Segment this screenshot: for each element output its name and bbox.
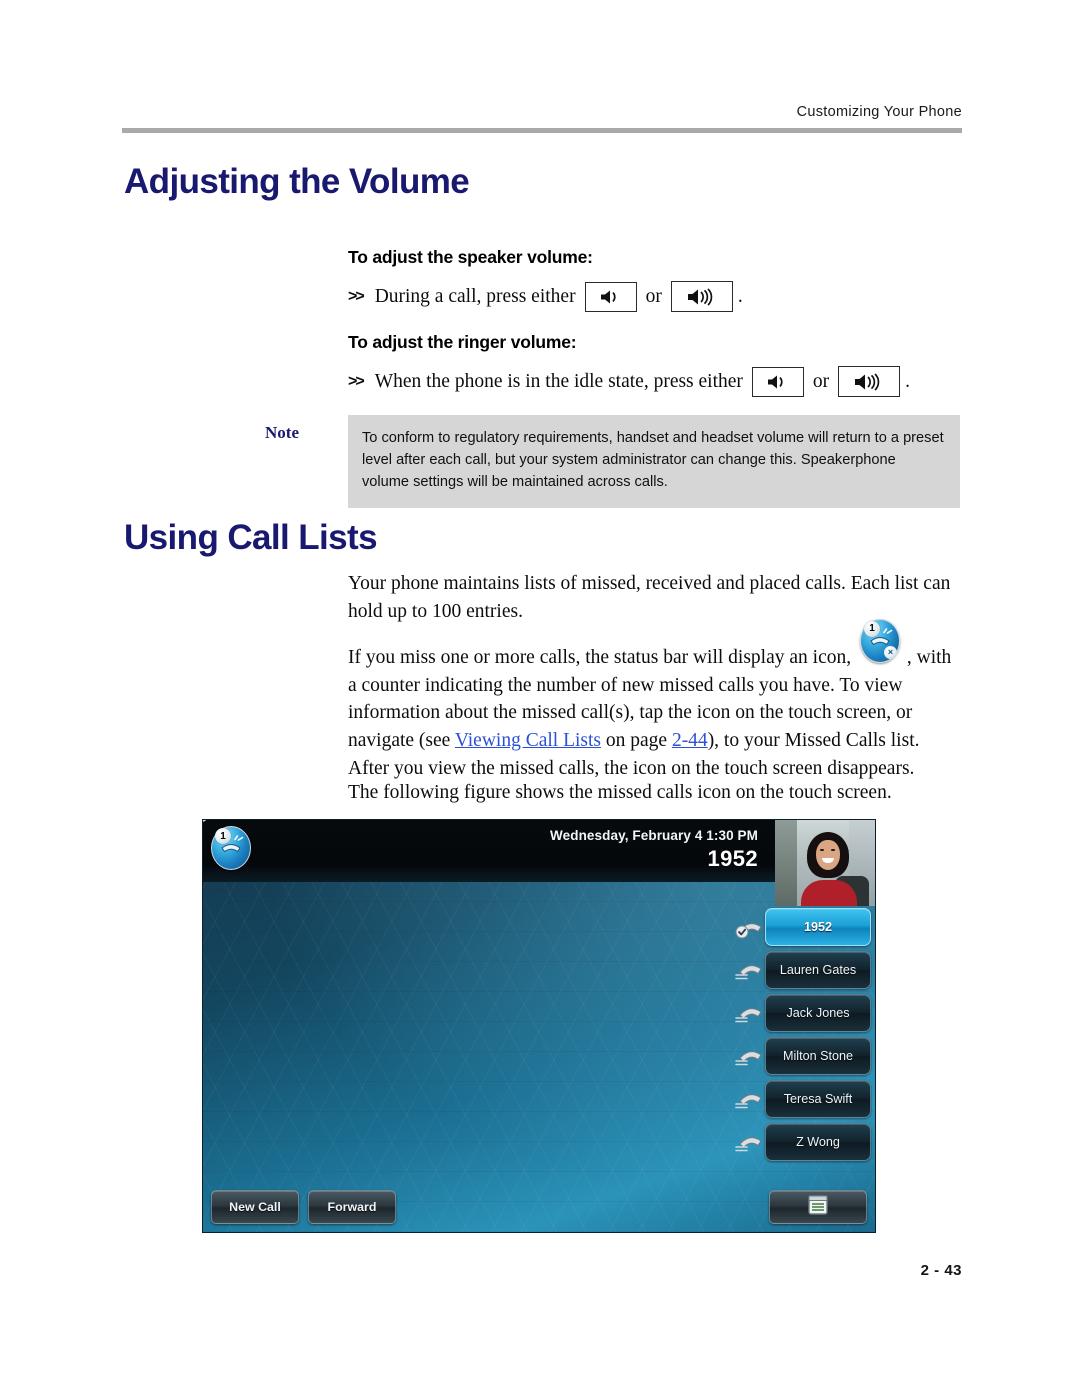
contact-photo-face xyxy=(816,840,840,870)
menu-list-icon xyxy=(807,1194,829,1221)
contact-photo-eye-left xyxy=(820,849,824,851)
line-key-1[interactable]: Lauren Gates xyxy=(735,951,871,989)
paragraph-figure-intro: The following figure shows the missed ca… xyxy=(348,782,892,803)
handset-icon xyxy=(734,1042,766,1072)
page-title-adjusting-the-volume: Adjusting the Volume xyxy=(124,162,470,201)
status-bar-extension: 1952 xyxy=(707,846,758,871)
line-key-4[interactable]: Teresa Swift xyxy=(735,1080,871,1118)
phone-soft-key-bar: New Call Forward xyxy=(211,1190,396,1224)
phone-touch-screen-figure: × 1 Wednesday, February 4 1:30 PM 1952 xyxy=(203,820,875,1232)
line-key-2[interactable]: Jack Jones xyxy=(735,994,871,1032)
line-key-label: Lauren Gates xyxy=(779,963,857,977)
running-header: Customizing Your Phone xyxy=(796,104,962,120)
missed-calls-icon: × 1 xyxy=(859,619,900,663)
handset-icon xyxy=(734,1128,766,1158)
missed-calls-x-badge-icon: × xyxy=(883,646,897,659)
note-callout-box: To conform to regulatory requirements, h… xyxy=(348,415,960,508)
handset-icon xyxy=(734,999,766,1029)
step-ringer-or-label: or xyxy=(812,370,830,392)
volume-up-icon xyxy=(838,366,901,397)
step-ringer-volume: >> When the phone is in the idle state, … xyxy=(348,366,910,397)
link-viewing-call-lists[interactable]: Viewing Call Lists xyxy=(455,730,601,751)
line-key-label: Jack Jones xyxy=(786,1006,850,1020)
paragraph-missed-calls-icon: If you miss one or more calls, the statu… xyxy=(348,619,964,782)
missed-calls-counter-badge: 1 xyxy=(863,621,880,637)
handset-registered-icon xyxy=(734,913,766,943)
volume-down-icon xyxy=(584,281,637,312)
line-key-label: Milton Stone xyxy=(782,1049,853,1063)
line-key-5[interactable]: Z Wong xyxy=(735,1123,871,1161)
paragraph-text-on-page: on page xyxy=(601,730,672,752)
soft-key-forward[interactable]: Forward xyxy=(308,1190,396,1224)
inline-icon-slot: × 1 xyxy=(856,619,902,663)
contact-photo-torso xyxy=(801,880,857,906)
step-speaker-period: . xyxy=(737,285,743,307)
status-bar-datetime: Wednesday, February 4 1:30 PM xyxy=(550,828,758,843)
contact-photo xyxy=(775,820,875,906)
step-bullet-icon: >> xyxy=(348,287,365,305)
menu-key-button[interactable] xyxy=(769,1190,867,1224)
subheading-adjust-ringer-volume: To adjust the ringer volume: xyxy=(348,332,577,352)
line-key-3[interactable]: Milton Stone xyxy=(735,1037,871,1075)
page-number: 2 - 43 xyxy=(920,1262,962,1279)
volume-down-icon xyxy=(751,366,804,397)
paragraph-call-lists-intro: Your phone maintains lists of missed, re… xyxy=(348,573,951,622)
link-page-2-44[interactable]: 2-44 xyxy=(672,730,708,751)
page-title-using-call-lists: Using Call Lists xyxy=(124,518,378,557)
step-ringer-text: When the phone is in the idle state, pre… xyxy=(374,370,743,392)
step-speaker-volume: >> During a call, press either or . xyxy=(348,281,743,312)
note-label: Note xyxy=(265,423,299,442)
handset-icon xyxy=(734,1085,766,1115)
header-divider-rule xyxy=(122,128,962,133)
contact-photo-eye-right xyxy=(831,849,835,851)
step-ringer-period: . xyxy=(905,370,911,392)
step-bullet-icon: >> xyxy=(348,372,365,390)
line-key-label: 1952 xyxy=(803,920,833,934)
step-speaker-or-label: or xyxy=(645,285,662,307)
soft-key-new-call[interactable]: New Call xyxy=(211,1190,299,1224)
handset-icon xyxy=(734,956,766,986)
line-key-label: Z Wong xyxy=(796,1135,840,1149)
volume-up-icon xyxy=(670,281,733,312)
paragraph-text-before-icon: If you miss one or more calls, the statu… xyxy=(348,647,852,668)
missed-calls-counter-badge: 1 xyxy=(215,828,231,844)
line-key-label: Teresa Swift xyxy=(783,1092,853,1106)
subheading-adjust-speaker-volume: To adjust the speaker volume: xyxy=(348,247,593,267)
step-speaker-text: During a call, press either xyxy=(374,285,576,307)
phone-line-key-list: 1952 Lauren Gates Jack Jones Milton Ston… xyxy=(735,908,871,1166)
contact-photo-panel-left xyxy=(775,820,797,906)
missed-calls-x-badge-icon: × xyxy=(203,820,208,822)
line-key-0[interactable]: 1952 xyxy=(735,908,871,946)
